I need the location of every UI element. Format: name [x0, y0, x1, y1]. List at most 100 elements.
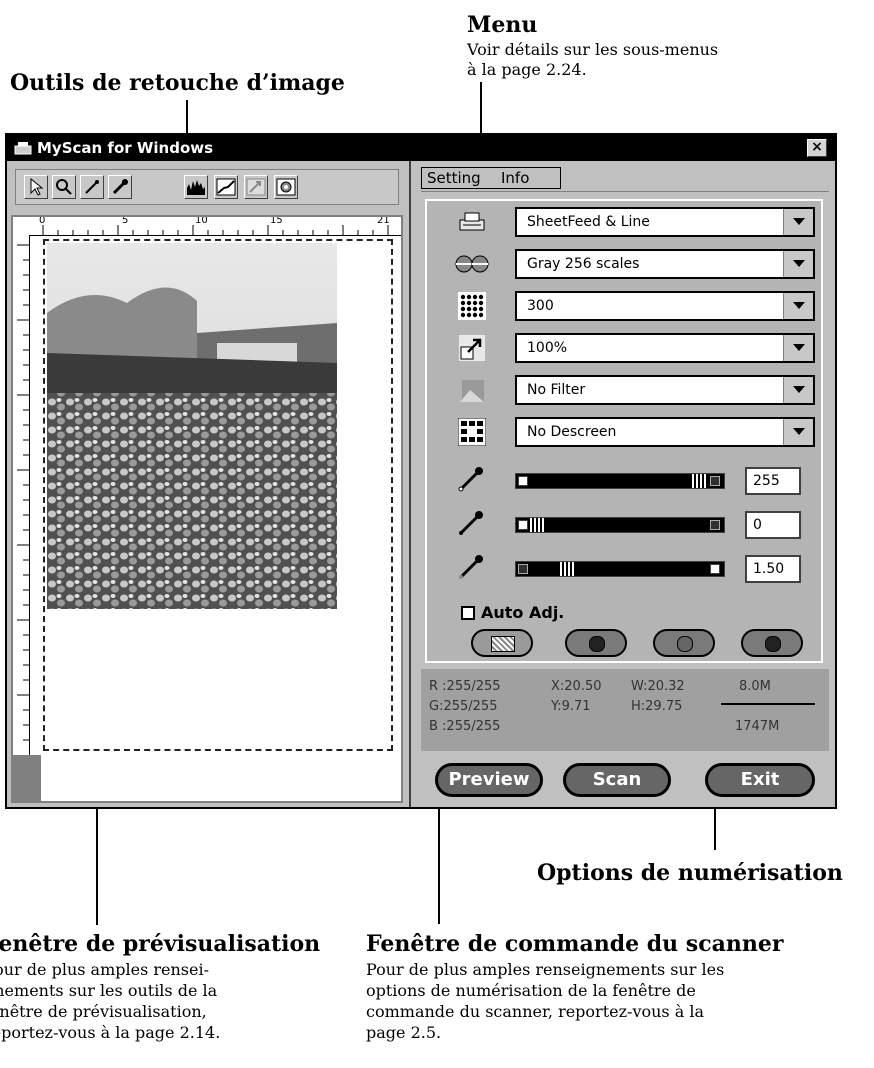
select-tool-button[interactable]	[24, 175, 48, 199]
descreen-icon	[455, 417, 489, 447]
slider-right-knob[interactable]	[710, 476, 720, 486]
tone-curve-icon	[216, 178, 236, 196]
status-green: G:255/255	[429, 699, 498, 714]
scanner-control-window: Setting Info SheetFeed & Line Gray 256 s…	[409, 161, 835, 807]
highlight-slider-handle[interactable]	[692, 474, 706, 488]
chevron-down-icon[interactable]	[783, 419, 813, 445]
preview-button[interactable]: Preview	[435, 763, 543, 797]
scan-mode-value: SheetFeed & Line	[527, 214, 650, 230]
menu-setting[interactable]: Setting	[423, 169, 485, 187]
preset-button-1[interactable]	[471, 629, 533, 657]
vertical-ruler	[13, 235, 30, 755]
scan-mode-select[interactable]: SheetFeed & Line	[515, 207, 815, 237]
eyedropper-dark-icon	[112, 179, 128, 195]
preview-callout-text-2: gnements sur les outils de la	[0, 981, 218, 1000]
gamma-slider[interactable]	[515, 561, 725, 577]
chevron-down-icon[interactable]	[783, 293, 813, 319]
menu-callout-title: Menu	[467, 12, 538, 38]
zoom-tool-button[interactable]	[52, 175, 76, 199]
control-callout-text-2: options de numérisation de la fenêtre de	[366, 981, 696, 1000]
ruler-label-21: 21	[377, 215, 390, 226]
slider-left-knob[interactable]	[518, 564, 528, 574]
ruler-label-15: 15	[270, 215, 283, 226]
curve-tool-button[interactable]	[214, 175, 238, 199]
exit-button[interactable]: Exit	[705, 763, 815, 797]
filter-select[interactable]: No Filter	[515, 375, 815, 405]
horizontal-ruler: 0 5 10 15 21	[13, 217, 401, 236]
scanner-mode-icon	[455, 207, 489, 237]
menu-bar: Setting Info	[421, 167, 829, 192]
settings-tool-button[interactable]	[274, 175, 298, 199]
auto-adjust-checkbox[interactable]: Auto Adj.	[461, 603, 564, 622]
status-blue: B :255/255	[429, 719, 501, 734]
chevron-down-icon[interactable]	[783, 251, 813, 277]
preset-button-4[interactable]	[741, 629, 803, 657]
image-tools-toolbar	[15, 169, 399, 205]
black-eyedropper-button[interactable]	[108, 175, 132, 199]
preview-callout-title: Fenêtre de prévisualisation	[0, 931, 321, 957]
slider-left-knob[interactable]	[518, 476, 528, 486]
scanner-app-icon	[14, 142, 32, 155]
ruler-label-5: 5	[122, 215, 129, 226]
halftone-icon	[491, 636, 515, 652]
options-callout-title: Options de numérisation	[537, 860, 843, 886]
status-width: W:20.32	[631, 679, 685, 694]
chevron-down-icon[interactable]	[783, 209, 813, 235]
ruler-label-0: 0	[39, 215, 46, 226]
highlight-value-input[interactable]: 255	[745, 467, 801, 495]
scan-button[interactable]: Scan	[563, 763, 671, 797]
magnifier-icon	[56, 179, 72, 195]
menu-callout-text-2: à la page 2.24.	[467, 60, 587, 79]
slider-right-knob[interactable]	[710, 564, 720, 574]
status-height: H:29.75	[631, 699, 683, 714]
auto-adjust-label: Auto Adj.	[481, 603, 565, 622]
status-panel: R :255/255 G:255/255 B :255/255 X:20.50 …	[421, 669, 829, 751]
menu-info[interactable]: Info	[497, 169, 533, 187]
preset-button-2[interactable]	[565, 629, 627, 657]
preset-button-3[interactable]	[653, 629, 715, 657]
shadow-slider-handle[interactable]	[530, 518, 544, 532]
title-bar[interactable]: MyScan for Windows ×	[7, 135, 835, 161]
gamma-value-input[interactable]: 1.50	[745, 555, 801, 583]
myscan-window: MyScan for Windows × 0 5 10 15 21 Settin…	[5, 133, 837, 809]
menu-callout-text: Voir détails sur les sous-menus	[467, 40, 719, 59]
scale-icon	[455, 333, 489, 363]
scale-value: 100%	[527, 340, 568, 356]
control-callout-text-1: Pour de plus amples renseignements sur l…	[366, 960, 725, 979]
scan-options-panel: SheetFeed & Line Gray 256 scales 300 100…	[425, 199, 823, 663]
slider-left-knob[interactable]	[518, 520, 528, 530]
scan-area-selection[interactable]	[43, 239, 393, 751]
gamma-slider-handle[interactable]	[560, 562, 574, 576]
filter-icon	[455, 375, 489, 405]
resolution-select[interactable]: 300	[515, 291, 815, 321]
rotate-tool-button[interactable]	[244, 175, 268, 199]
chevron-down-icon[interactable]	[783, 377, 813, 403]
shadow-slider[interactable]	[515, 517, 725, 533]
histogram-tool-button[interactable]	[184, 175, 208, 199]
descreen-select[interactable]: No Descreen	[515, 417, 815, 447]
chevron-down-icon[interactable]	[783, 335, 813, 361]
resolution-value: 300	[527, 298, 554, 314]
preview-canvas[interactable]: 0 5 10 15 21	[11, 215, 403, 803]
slider-right-knob[interactable]	[710, 520, 720, 530]
histogram-icon	[187, 180, 205, 195]
shadow-value-input[interactable]: 0	[745, 511, 801, 539]
gear-icon	[276, 178, 296, 196]
ruler-label-10: 10	[195, 215, 208, 226]
gamma-eyedropper-icon	[455, 551, 489, 581]
descreen-value: No Descreen	[527, 424, 617, 440]
filter-value: No Filter	[527, 382, 586, 398]
status-divider	[721, 703, 815, 705]
black-point-eyedropper-icon	[455, 507, 489, 537]
scale-select[interactable]: 100%	[515, 333, 815, 363]
dot-icon	[589, 636, 605, 652]
status-free-space: 1747M	[735, 719, 780, 734]
image-type-select[interactable]: Gray 256 scales	[515, 249, 815, 279]
status-x: X:20.50	[551, 679, 602, 694]
highlight-slider[interactable]	[515, 473, 725, 489]
dot-icon	[677, 636, 693, 652]
close-button[interactable]: ×	[807, 139, 827, 157]
checkbox-box[interactable]	[461, 606, 475, 620]
rotate-image-icon	[246, 178, 266, 196]
white-eyedropper-button[interactable]	[80, 175, 104, 199]
